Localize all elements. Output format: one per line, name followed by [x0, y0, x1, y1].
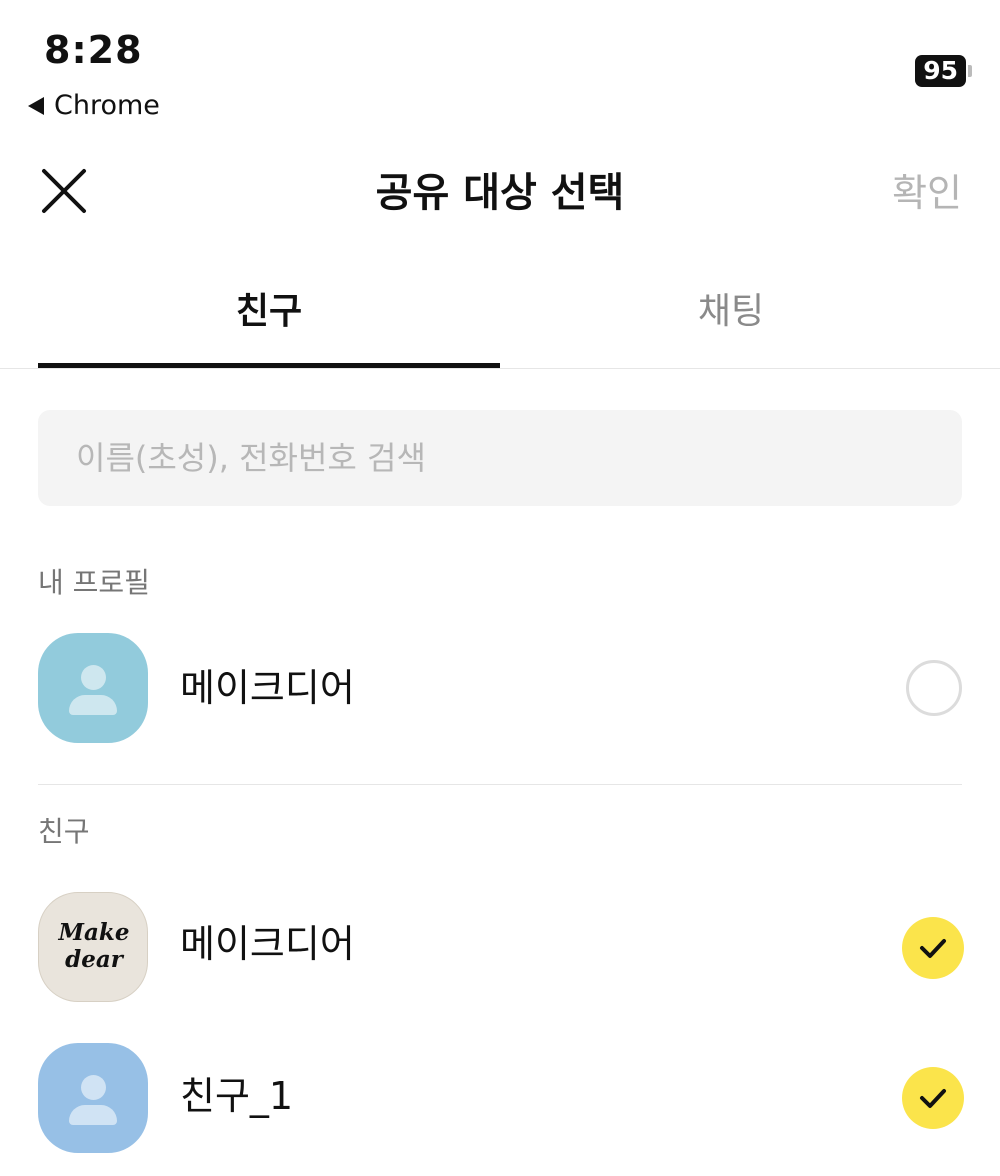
- battery-nub-icon: [968, 65, 972, 77]
- select-checkbox-friend[interactable]: [902, 1067, 964, 1129]
- avatar: Make dear: [38, 892, 148, 1002]
- battery-indicator: 95: [915, 55, 972, 87]
- check-icon: [920, 939, 946, 958]
- tabs-divider: [0, 368, 1000, 369]
- my-profile-name[interactable]: 메이크디어: [180, 657, 355, 712]
- person-icon: [81, 1075, 106, 1100]
- back-to-app-button[interactable]: Chrome: [28, 90, 160, 121]
- section-divider: [38, 784, 962, 785]
- friend-name[interactable]: 친구_1: [180, 1065, 293, 1120]
- makedear-logo: Make dear: [58, 919, 130, 973]
- confirm-button[interactable]: 확인: [892, 162, 962, 217]
- status-time: 8:28: [44, 28, 143, 72]
- avatar: [38, 1043, 148, 1153]
- person-icon: [81, 665, 106, 690]
- tab-chats[interactable]: 채팅: [500, 282, 962, 334]
- back-app-label: Chrome: [54, 90, 160, 121]
- section-label-my-profile: 내 프로필: [38, 566, 150, 599]
- battery-level: 95: [915, 55, 966, 87]
- friend-name[interactable]: 메이크디어: [180, 913, 355, 968]
- select-checkbox-my-profile[interactable]: [906, 660, 962, 716]
- check-icon: [920, 1089, 946, 1108]
- avatar: [38, 633, 148, 743]
- search-box: [38, 410, 962, 506]
- tab-friends[interactable]: 친구: [38, 282, 500, 334]
- search-input[interactable]: [38, 410, 962, 506]
- select-checkbox-friend[interactable]: [902, 917, 964, 979]
- page-title: 공유 대상 선택: [375, 170, 625, 216]
- back-arrow-icon: [28, 96, 44, 115]
- section-label-friends: 친구: [38, 815, 90, 848]
